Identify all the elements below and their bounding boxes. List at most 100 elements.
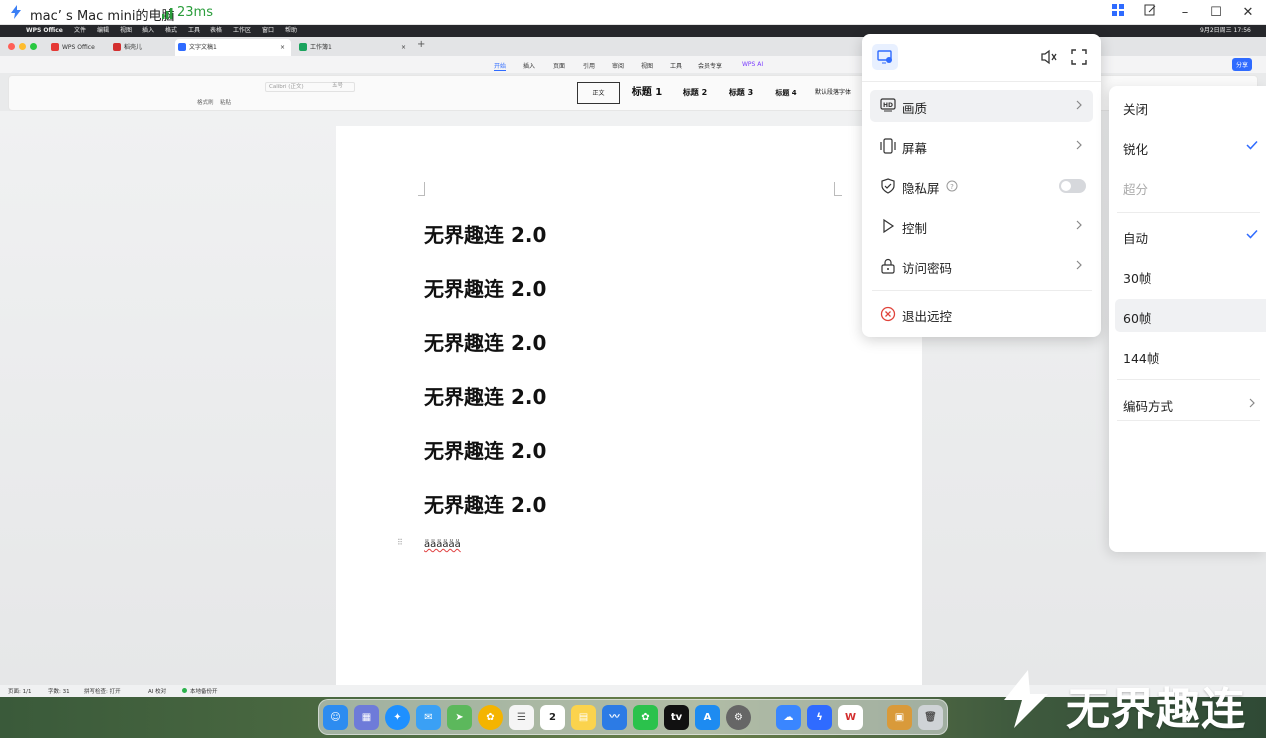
freeform-icon[interactable]: 〰 xyxy=(602,705,627,730)
tab-close-icon[interactable]: × xyxy=(280,39,285,56)
tab-close-icon[interactable]: × xyxy=(401,39,406,56)
tab-tools[interactable]: 工具 xyxy=(670,61,682,70)
feedback-button[interactable] xyxy=(1140,4,1160,22)
photos-icon[interactable]: ✿ xyxy=(478,705,503,730)
menu-item-privacy[interactable]: 隐私屏 ? xyxy=(870,170,1093,202)
heading-line[interactable]: 无界趣连 2.0 xyxy=(424,381,546,410)
fps-30-option[interactable]: 30帧 xyxy=(1115,259,1266,292)
baidu-netdisk-icon[interactable]: ☁ xyxy=(776,705,801,730)
maximize-button[interactable]: ☐ xyxy=(1206,4,1226,22)
paste-label[interactable]: 粘贴 xyxy=(220,98,231,106)
style-normal[interactable]: 正文 xyxy=(577,82,620,104)
quality-off-option[interactable]: 关闭 xyxy=(1115,90,1266,123)
menu-file[interactable]: 文件 xyxy=(74,25,86,37)
tab-member[interactable]: 会员专享 xyxy=(698,61,722,70)
tab-home[interactable]: 开始 xyxy=(494,61,507,71)
menu-item-screen[interactable]: 屏幕 xyxy=(870,130,1093,162)
fullscreen-button[interactable] xyxy=(1071,49,1087,69)
folder-icon[interactable]: ▣ xyxy=(887,705,912,730)
tab-wps-ai[interactable]: WPS AI xyxy=(742,61,763,68)
menu-item-exit-remote[interactable]: 退出远控 xyxy=(870,298,1093,330)
fps-60-option[interactable]: 60帧 xyxy=(1115,299,1266,332)
launchpad-icon[interactable]: ▦ xyxy=(354,705,379,730)
style-heading2[interactable]: 标题 2 xyxy=(673,82,717,104)
fps-auto-option[interactable]: 自动 xyxy=(1115,219,1266,252)
reminders-icon[interactable]: ☰ xyxy=(509,705,534,730)
menu-item-quality[interactable]: HD 画质 xyxy=(870,90,1093,122)
style-default-font[interactable]: 默认段落字体 xyxy=(809,82,857,104)
status-ai[interactable]: AI 校对 xyxy=(148,687,166,695)
grid-view-button[interactable] xyxy=(1108,4,1128,22)
notes-icon[interactable]: ▤ xyxy=(571,705,596,730)
status-spell[interactable]: 拼写检查: 打开 xyxy=(84,687,121,695)
tab-document[interactable]: 文字文稿1 × xyxy=(175,39,291,56)
menu-window[interactable]: 窗口 xyxy=(262,25,274,37)
tab-workbook[interactable]: 工作簿1 × xyxy=(296,39,412,56)
trash-icon[interactable]: 🗑 xyxy=(918,705,943,730)
status-words[interactable]: 字数: 31 xyxy=(48,687,70,695)
style-heading1[interactable]: 标题 1 xyxy=(625,82,669,104)
menu-view[interactable]: 视图 xyxy=(120,25,132,37)
help-icon[interactable]: ? xyxy=(946,180,958,192)
heading-line[interactable]: 无界趣连 2.0 xyxy=(424,435,546,464)
mac-close-dot[interactable] xyxy=(8,43,15,50)
wechat-icon[interactable]: ✿ xyxy=(633,705,658,730)
menu-tools[interactable]: 工具 xyxy=(188,25,200,37)
tab-view[interactable]: 视图 xyxy=(641,61,653,70)
close-button[interactable]: ✕ xyxy=(1238,4,1258,22)
menu-edit[interactable]: 编辑 xyxy=(97,25,109,37)
wps-dock-icon[interactable]: W xyxy=(838,705,863,730)
encoding-option[interactable]: 编码方式 xyxy=(1115,387,1266,420)
heading-line[interactable]: 无界趣连 2.0 xyxy=(424,219,546,248)
menu-format[interactable]: 格式 xyxy=(165,25,177,37)
mac-minimize-dot[interactable] xyxy=(19,43,26,50)
style-heading4[interactable]: 标题 4 xyxy=(766,82,806,104)
tab-review[interactable]: 审阅 xyxy=(612,61,624,70)
menubar-app-name[interactable]: WPS Office xyxy=(26,25,63,37)
settings-icon[interactable]: ⚙ xyxy=(726,705,751,730)
finder-icon[interactable]: ☺ xyxy=(323,705,348,730)
wujie-icon[interactable]: ϟ xyxy=(807,705,832,730)
remote-device-button[interactable] xyxy=(872,44,898,70)
app-logo-icon xyxy=(11,5,21,19)
menu-insert[interactable]: 插入 xyxy=(142,25,154,37)
heading-line[interactable]: 无界趣连 2.0 xyxy=(424,327,546,356)
safari-icon[interactable]: ✦ xyxy=(385,705,410,730)
heading-line[interactable]: 无界趣连 2.0 xyxy=(424,489,546,518)
quality-superres-option[interactable]: 超分 xyxy=(1115,170,1266,203)
maps-icon[interactable]: ➤ xyxy=(447,705,472,730)
new-tab-icon[interactable]: + xyxy=(417,39,425,50)
menu-label: 屏幕 xyxy=(902,141,928,156)
menu-workspace[interactable]: 工作区 xyxy=(233,25,251,37)
mail-icon[interactable]: ✉ xyxy=(416,705,441,730)
menu-help[interactable]: 帮助 xyxy=(285,25,297,37)
body-paragraph[interactable]: ääääää xyxy=(424,539,461,550)
heading-line[interactable]: 无界趣连 2.0 xyxy=(424,273,546,302)
status-page[interactable]: 页面: 1/1 xyxy=(8,687,31,695)
menu-item-control[interactable]: 控制 xyxy=(870,210,1093,242)
remote-control-panel: HD 画质 屏幕 隐私屏 ? 控制 访问密码 退出远控 xyxy=(862,34,1101,337)
tab-reference[interactable]: 引用 xyxy=(583,61,595,70)
drag-handle-icon[interactable]: ⠿ xyxy=(397,538,403,547)
menu-table[interactable]: 表格 xyxy=(210,25,222,37)
tab-insert[interactable]: 插入 xyxy=(523,61,535,70)
appstore-icon[interactable]: A xyxy=(695,705,720,730)
tab-daoke[interactable]: 稻壳儿 xyxy=(110,39,170,56)
appletv-icon[interactable]: tv xyxy=(664,705,689,730)
font-size-select[interactable]: 五号 xyxy=(332,82,357,92)
style-heading3[interactable]: 标题 3 xyxy=(719,82,763,104)
status-backup[interactable]: 本地备份开 xyxy=(190,687,218,695)
tab-wps-office[interactable]: WPS Office xyxy=(48,39,108,56)
fps-144-option[interactable]: 144帧 xyxy=(1115,339,1266,372)
mute-button[interactable] xyxy=(1040,49,1058,69)
document-page[interactable]: 无界趣连 2.0 无界趣连 2.0 无界趣连 2.0 无界趣连 2.0 无界趣连… xyxy=(336,126,922,686)
menu-item-password[interactable]: 访问密码 xyxy=(870,250,1093,282)
quality-sharpen-option[interactable]: 锐化 xyxy=(1115,130,1266,163)
share-button[interactable]: 分享 xyxy=(1232,58,1253,71)
calendar-icon[interactable]: 2 xyxy=(540,705,565,730)
minimize-button[interactable]: – xyxy=(1175,4,1195,22)
format-painter-label[interactable]: 格式刷 xyxy=(197,98,214,106)
tab-page[interactable]: 页面 xyxy=(553,61,565,70)
privacy-toggle[interactable] xyxy=(1059,179,1086,193)
mac-zoom-dot[interactable] xyxy=(30,43,37,50)
